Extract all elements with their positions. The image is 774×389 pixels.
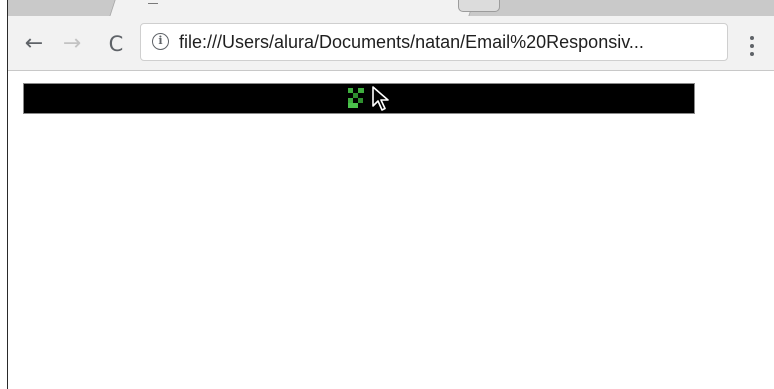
tab-title-fragment bbox=[148, 3, 158, 4]
url-text[interactable]: file:///Users/alura/Documents/natan/Emai… bbox=[179, 24, 644, 60]
info-icon[interactable]: i bbox=[152, 33, 169, 50]
email-header-banner bbox=[23, 83, 695, 114]
tab-strip bbox=[0, 0, 774, 16]
back-button[interactable]: ← bbox=[22, 32, 46, 56]
address-bar[interactable]: i file:///Users/alura/Documents/natan/Em… bbox=[140, 23, 728, 61]
mouse-pointer-icon bbox=[371, 86, 393, 112]
broken-image-icon bbox=[346, 87, 366, 109]
new-tab-button[interactable] bbox=[458, 0, 500, 12]
menu-kebab-icon[interactable] bbox=[748, 36, 756, 56]
browser-toolbar: ← → C i file:///Users/alura/Documents/na… bbox=[0, 16, 774, 71]
reload-icon: C bbox=[108, 32, 124, 56]
forward-arrow-icon: → bbox=[62, 31, 82, 56]
forward-button[interactable]: → bbox=[60, 32, 84, 56]
active-tab[interactable] bbox=[109, 0, 475, 16]
window-left-edge bbox=[0, 0, 8, 389]
page-viewport bbox=[8, 71, 774, 389]
back-arrow-icon: ← bbox=[24, 31, 44, 56]
reload-button[interactable]: C bbox=[104, 32, 128, 56]
